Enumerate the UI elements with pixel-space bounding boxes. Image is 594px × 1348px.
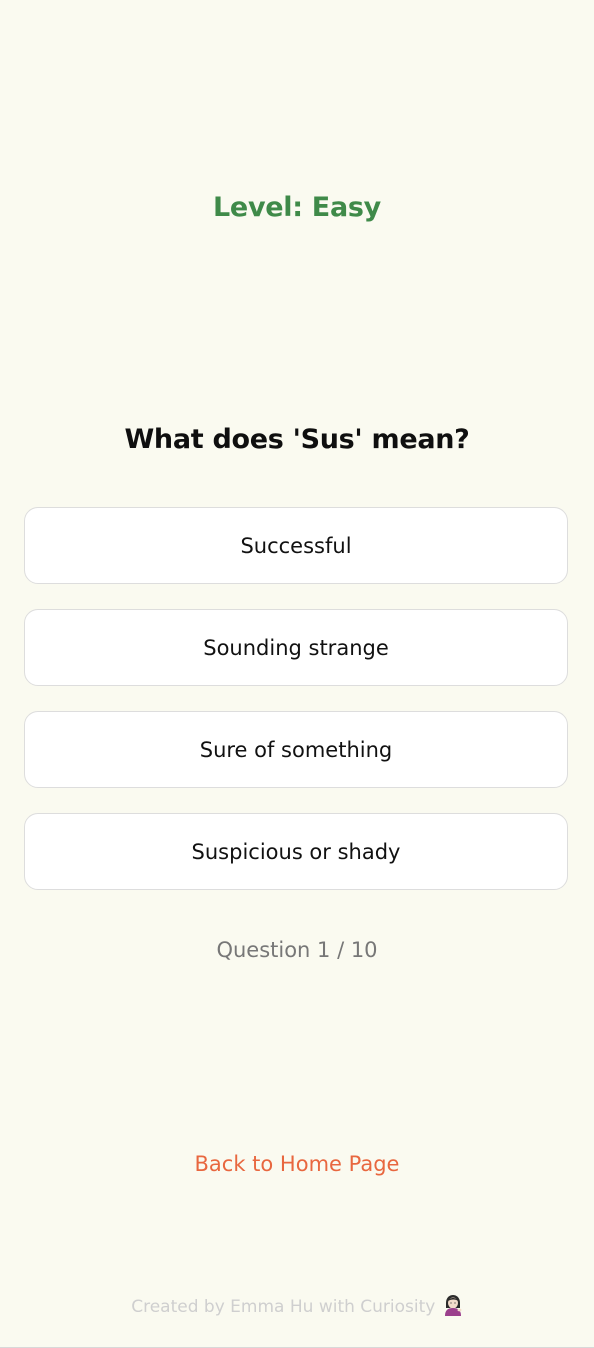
answer-option-2[interactable]: Sounding strange: [24, 609, 568, 686]
answer-option-1[interactable]: Successful: [24, 507, 568, 584]
answer-options: Successful Sounding strange Sure of some…: [24, 507, 568, 915]
level-label: Level: Easy: [213, 192, 381, 223]
question-counter: Question 1 / 10: [216, 938, 378, 962]
back-to-home-link[interactable]: Back to Home Page: [0, 1152, 594, 1176]
question-text: What does 'Sus' mean?: [124, 424, 470, 455]
footer: Created by Emma Hu with Curiosity: [0, 1294, 594, 1317]
footer-text: Created by Emma Hu with Curiosity: [131, 1297, 436, 1317]
answer-option-3[interactable]: Sure of something: [24, 711, 568, 788]
answer-option-4[interactable]: Suspicious or shady: [24, 813, 568, 890]
woman-tipping-hand-icon: [443, 1294, 463, 1316]
